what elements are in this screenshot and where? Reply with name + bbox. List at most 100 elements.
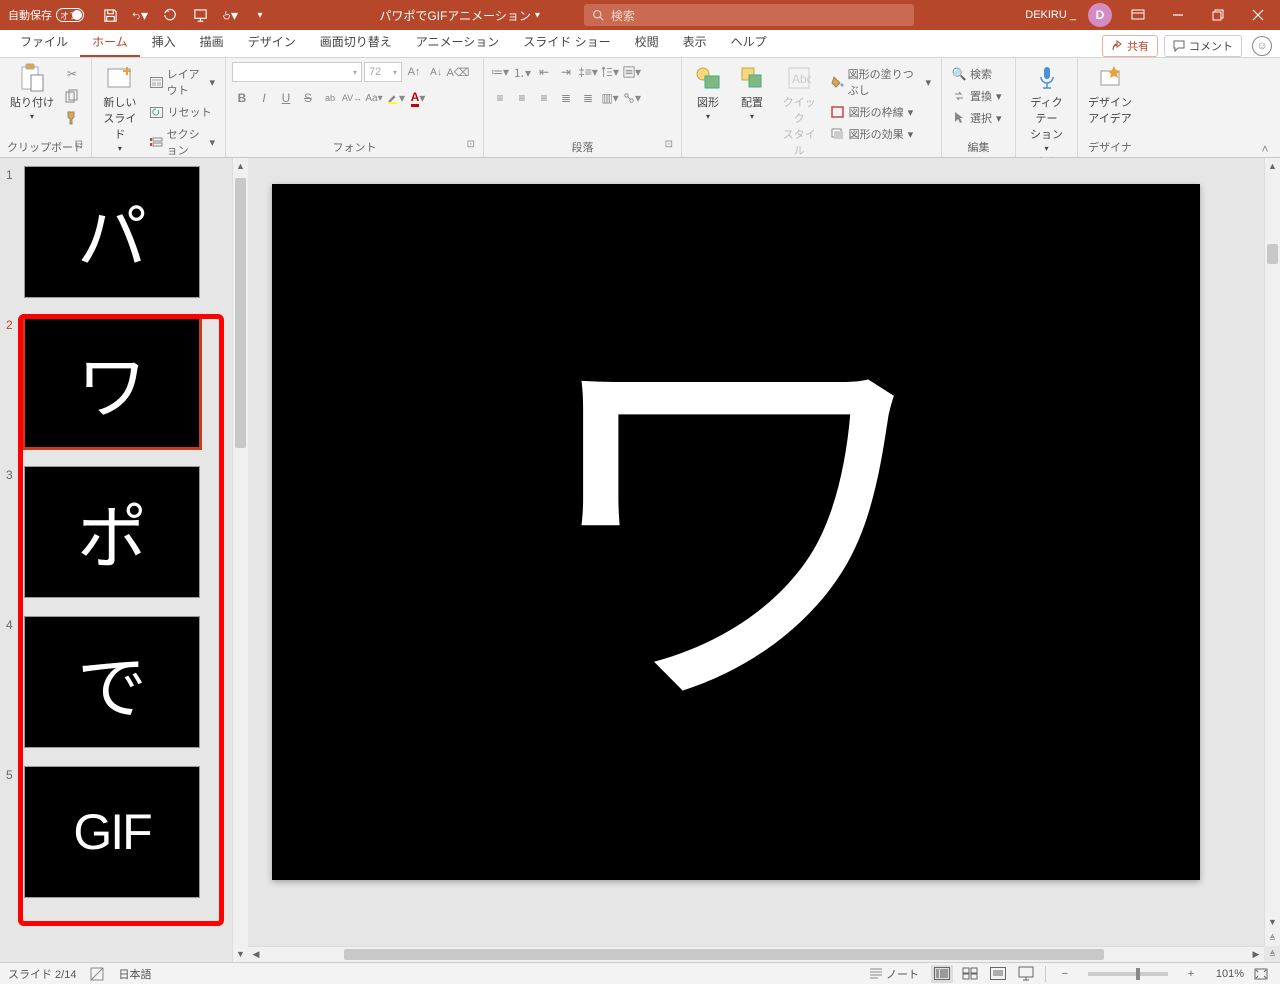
bold-icon[interactable]: B <box>232 88 252 108</box>
comments-button[interactable]: コメント <box>1164 35 1242 57</box>
redo-icon[interactable] <box>162 7 178 23</box>
scroll-thumb[interactable] <box>1267 244 1278 264</box>
shapes-button[interactable]: 図形▾ <box>688 62 728 123</box>
font-color-icon[interactable]: A▾ <box>408 88 428 108</box>
thumb-scrollbar[interactable]: ▲ ▼ <box>232 158 248 962</box>
scroll-thumb[interactable] <box>344 949 1104 960</box>
decrease-indent-icon[interactable]: ⇤ <box>534 62 554 82</box>
scroll-right-icon[interactable]: ▶ <box>1248 947 1264 962</box>
tab-file[interactable]: ファイル <box>8 27 80 57</box>
reset-button[interactable]: リセット <box>146 102 219 122</box>
new-slide-button[interactable]: 新しい スライド ▾ <box>98 62 142 155</box>
thumbnail-item[interactable]: 4 で <box>6 616 244 748</box>
thumb-slide[interactable]: で <box>24 616 200 748</box>
slideshow-view-icon[interactable] <box>1015 965 1037 983</box>
tab-view[interactable]: 表示 <box>671 27 719 57</box>
text-direction-icon[interactable]: ▾ <box>600 62 620 82</box>
clear-formatting-icon[interactable]: A⌫ <box>448 62 468 82</box>
align-left-icon[interactable]: ≡ <box>490 88 510 108</box>
fit-window-icon[interactable] <box>1250 965 1272 983</box>
language-label[interactable]: 日本語 <box>118 966 151 982</box>
justify-icon[interactable]: ≣ <box>556 88 576 108</box>
accessibility-icon[interactable] <box>90 967 104 981</box>
next-slide-icon[interactable]: ≜ <box>1265 946 1280 962</box>
cut-icon[interactable]: ✂ <box>62 64 82 84</box>
font-family-combo[interactable]: ▾ <box>232 62 362 82</box>
find-button[interactable]: 🔍検索 <box>948 64 1006 84</box>
columns-icon[interactable]: ▥▾ <box>600 88 620 108</box>
slide-canvas[interactable]: ワ <box>272 184 1200 880</box>
shape-effects-button[interactable]: 図形の効果 ▾ <box>827 124 935 144</box>
touch-mode-icon[interactable]: ▾ <box>222 7 238 23</box>
launcher-icon[interactable]: ⊡ <box>665 139 673 150</box>
thumbnail-item[interactable]: 3 ポ <box>6 466 244 598</box>
align-text-icon[interactable]: ▾ <box>622 62 642 82</box>
increase-font-icon[interactable]: A↑ <box>404 62 424 82</box>
tab-design[interactable]: デザイン <box>236 27 308 57</box>
zoom-out-icon[interactable]: − <box>1054 965 1076 983</box>
highlight-icon[interactable]: ▾ <box>386 88 406 108</box>
smartart-icon[interactable]: ▾ <box>622 88 642 108</box>
prev-slide-icon[interactable]: ≜ <box>1265 930 1280 946</box>
decrease-font-icon[interactable]: A↓ <box>426 62 446 82</box>
thumbnail-item[interactable]: 1 パ <box>6 166 244 298</box>
tab-transitions[interactable]: 画面切り替え <box>308 27 404 57</box>
design-ideas-button[interactable]: デザイン アイデア <box>1084 62 1136 128</box>
font-size-combo[interactable]: 72▾ <box>364 62 402 82</box>
feedback-icon[interactable]: ☺ <box>1252 36 1272 56</box>
vertical-scrollbar[interactable]: ▲ ▼ ≜ ≜ <box>1264 158 1280 946</box>
scroll-left-icon[interactable]: ◀ <box>248 947 264 962</box>
share-button[interactable]: 共有 <box>1102 35 1158 57</box>
format-painter-icon[interactable] <box>62 108 82 128</box>
bullets-icon[interactable]: ≔▾ <box>490 62 510 82</box>
slide-position[interactable]: スライド 2/14 <box>8 966 76 982</box>
zoom-in-icon[interactable]: + <box>1180 965 1202 983</box>
dictate-button[interactable]: ディクテー ション▾ <box>1022 62 1071 155</box>
user-name[interactable]: DEKIRU _ <box>1025 9 1076 21</box>
align-right-icon[interactable]: ≡ <box>534 88 554 108</box>
tab-home[interactable]: ホーム <box>80 27 140 57</box>
copy-icon[interactable] <box>62 86 82 106</box>
normal-view-icon[interactable] <box>931 965 953 983</box>
thumbnail-item[interactable]: 5 GIF <box>6 766 244 898</box>
scroll-down-icon[interactable]: ▼ <box>233 946 248 962</box>
thumbnail-item[interactable]: 2 ワ <box>6 316 244 448</box>
present-from-start-icon[interactable] <box>192 7 208 23</box>
thumb-slide[interactable]: ワ <box>24 316 200 448</box>
tab-insert[interactable]: 挿入 <box>140 27 188 57</box>
tab-review[interactable]: 校閲 <box>623 27 671 57</box>
thumb-slide[interactable]: パ <box>24 166 200 298</box>
align-center-icon[interactable]: ≡ <box>512 88 532 108</box>
title-dropdown-icon[interactable]: ▾ <box>535 10 540 21</box>
minimize-icon[interactable] <box>1164 5 1192 25</box>
section-button[interactable]: セクション ▾ <box>146 124 219 160</box>
char-spacing-icon[interactable]: AV↔ <box>342 88 362 108</box>
thumb-slide[interactable]: ポ <box>24 466 200 598</box>
strikethrough-icon[interactable]: S <box>298 88 318 108</box>
reading-view-icon[interactable] <box>987 965 1009 983</box>
shape-outline-button[interactable]: 図形の枠線 ▾ <box>827 102 935 122</box>
scroll-down-icon[interactable]: ▼ <box>1265 914 1280 930</box>
tab-animations[interactable]: アニメーション <box>404 27 512 57</box>
notes-button[interactable]: ノート <box>863 966 925 982</box>
arrange-button[interactable]: 配置▾ <box>732 62 772 123</box>
change-case-icon[interactable]: Aa▾ <box>364 88 384 108</box>
paste-button[interactable]: 貼り付け ▾ <box>6 62 58 123</box>
horizontal-scrollbar[interactable]: ◀ ▶ <box>248 946 1264 962</box>
underline-icon[interactable]: U <box>276 88 296 108</box>
zoom-level[interactable]: 101% <box>1208 968 1244 980</box>
replace-button[interactable]: 置換 ▾ <box>948 86 1006 106</box>
collapse-ribbon-icon[interactable]: ˄ <box>1256 142 1274 156</box>
italic-icon[interactable]: I <box>254 88 274 108</box>
undo-icon[interactable]: ▾ <box>132 7 148 23</box>
zoom-handle[interactable] <box>1136 968 1140 980</box>
text-shadow-icon[interactable]: ab <box>320 88 340 108</box>
line-spacing-icon[interactable]: ‡≡▾ <box>578 62 598 82</box>
thumb-slide[interactable]: GIF <box>24 766 200 898</box>
qat-customize-icon[interactable]: ▾ <box>252 7 268 23</box>
launcher-icon[interactable]: ⊡ <box>75 139 83 150</box>
scroll-thumb[interactable] <box>235 178 246 448</box>
autosave-toggle[interactable]: 自動保存 オフ <box>8 7 84 23</box>
user-avatar[interactable]: D <box>1088 3 1112 27</box>
toggle-switch[interactable]: オフ <box>56 8 84 22</box>
